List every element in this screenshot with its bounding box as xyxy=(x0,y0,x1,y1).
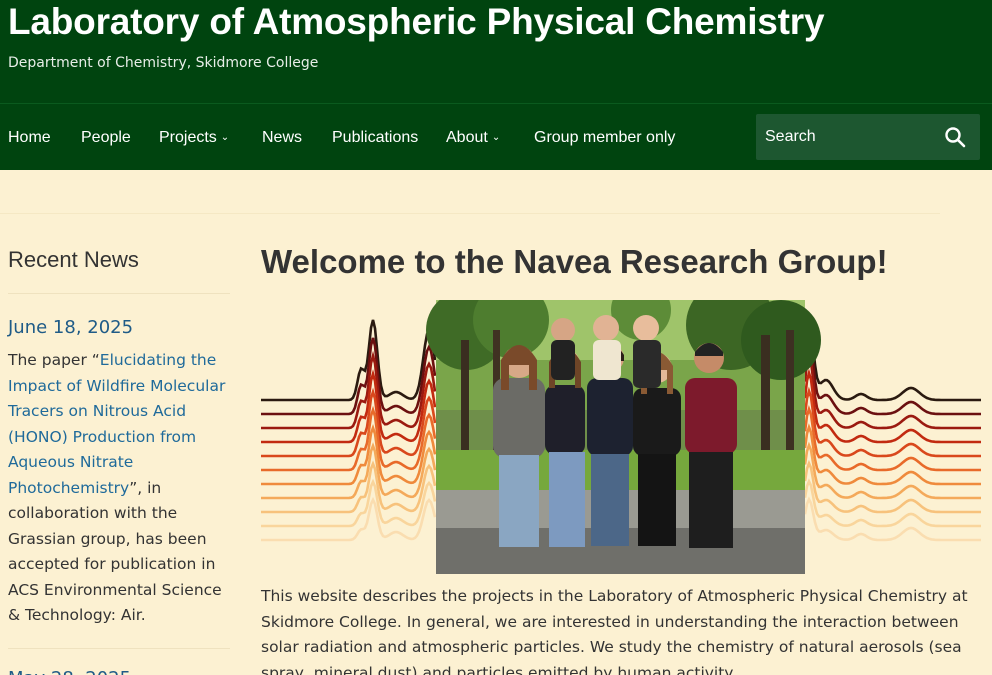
news-text: The paper “ xyxy=(8,351,100,369)
group-photo xyxy=(426,300,821,574)
site-header: Laboratory of Atmospheric Physical Chemi… xyxy=(0,0,992,103)
site-title[interactable]: Laboratory of Atmospheric Physical Chemi… xyxy=(8,0,825,44)
site-description: Department of Chemistry, Skidmore Colleg… xyxy=(8,55,319,71)
spectral-trace xyxy=(261,478,437,528)
nav-item-news[interactable]: News xyxy=(262,128,302,148)
nav-label: People xyxy=(81,129,131,146)
spectral-trace xyxy=(261,387,437,458)
sidebar-divider xyxy=(8,648,230,649)
spectral-trace xyxy=(261,350,437,430)
nav-label: Home xyxy=(8,129,51,146)
intro-paragraph: This website describes the projects in t… xyxy=(261,587,968,675)
main-navigation: Home People Projects ⌄ News Publications … xyxy=(0,103,992,170)
nav-label: News xyxy=(262,129,303,146)
chevron-down-icon: ⌄ xyxy=(491,132,501,143)
content-divider xyxy=(0,213,940,214)
nav-item-publications[interactable]: Publications xyxy=(332,128,418,148)
nav-label: About xyxy=(446,129,488,146)
news-item-body: The paper “Elucidating the Impact of Wil… xyxy=(8,348,230,629)
page-title: Welcome to the Navea Research Group! xyxy=(261,243,888,280)
spectral-trace xyxy=(803,336,981,416)
nav-item-group-member-only[interactable]: Group member only xyxy=(534,128,675,148)
sidebar-recent-news: Recent News June 18, 2025 The paper “Elu… xyxy=(8,240,230,675)
hero-image xyxy=(261,300,981,574)
news-text: ”, in collaboration with the Grassian gr… xyxy=(8,478,222,625)
nav-label: Projects xyxy=(159,129,217,146)
news-date[interactable]: June 18, 2025 xyxy=(8,316,133,340)
main-content: Welcome to the Navea Research Group! Thi… xyxy=(261,240,981,675)
spectral-trace xyxy=(803,318,981,402)
sidebar-divider xyxy=(8,293,230,294)
nav-label: Group member only xyxy=(534,129,676,146)
news-paper-link[interactable]: Elucidating the Impact of Wildfire Molec… xyxy=(8,351,225,497)
spectral-trace xyxy=(803,496,981,542)
search-form xyxy=(756,114,980,160)
nav-item-projects[interactable]: Projects ⌄ xyxy=(159,128,229,150)
news-date[interactable]: May 28, 2025 xyxy=(8,667,131,675)
nav-item-about[interactable]: About ⌄ xyxy=(446,128,500,150)
spectral-trace xyxy=(261,496,437,542)
spectral-trace xyxy=(261,337,437,416)
spectral-trace xyxy=(803,350,981,430)
spectral-trace xyxy=(261,369,437,444)
chevron-down-icon: ⌄ xyxy=(220,132,230,143)
sidebar-heading: Recent News xyxy=(8,247,139,272)
search-input[interactable] xyxy=(756,114,936,160)
magnifier-icon[interactable] xyxy=(944,126,966,148)
nav-item-home[interactable]: Home xyxy=(8,128,51,148)
spectral-trace xyxy=(803,441,981,500)
nav-item-people[interactable]: People xyxy=(81,128,131,148)
spectral-trace xyxy=(261,319,437,402)
nav-label: Publications xyxy=(332,129,419,146)
